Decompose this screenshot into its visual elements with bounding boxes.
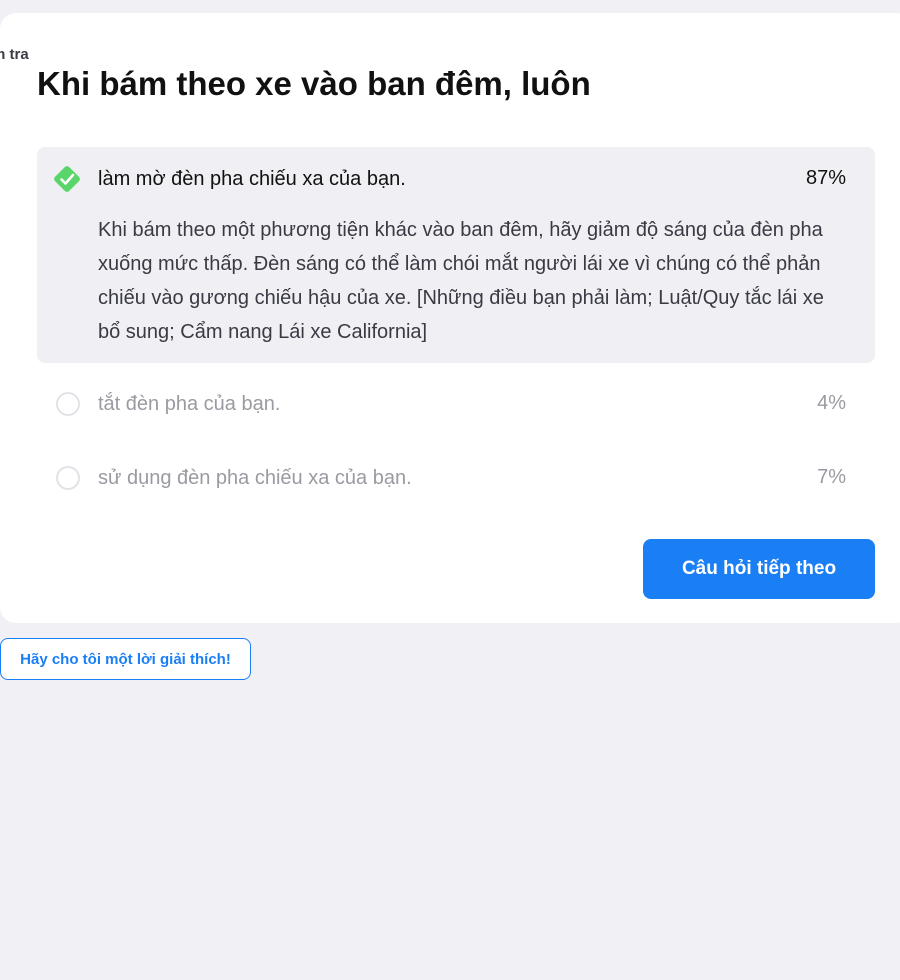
answer-option[interactable]: tắt đèn pha của bạn. 4% [37,370,875,440]
answer-explanation: Khi bám theo một phương tiện khác vào ba… [98,219,824,343]
check-diamond-icon [54,166,80,192]
answer-percent: 4% [817,392,846,414]
radio-empty-icon [56,392,80,416]
question-card: m tra Khi bám theo xe vào ban đêm, luôn … [0,13,900,623]
answer-label: làm mờ đèn pha chiếu xa của bạn. [98,168,406,190]
answer-option[interactable]: sử dụng đèn pha chiếu xa của bạn. 7% [37,444,875,514]
answer-label: sử dụng đèn pha chiếu xa của bạn. [98,467,412,489]
breadcrumb: m tra [0,46,29,63]
answer-option-correct[interactable]: làm mờ đèn pha chiếu xa của bạn. 87% Khi… [37,147,875,363]
question-title: Khi bám theo xe vào ban đêm, luôn [37,65,591,102]
next-question-button[interactable]: Câu hỏi tiếp theo [643,539,875,599]
answer-percent: 7% [817,466,846,488]
answer-percent: 87% [805,167,846,189]
answer-label: tắt đèn pha của bạn. [98,393,281,415]
radio-empty-icon [56,466,80,490]
explain-button[interactable]: Hãy cho tôi một lời giải thích! [0,638,251,680]
